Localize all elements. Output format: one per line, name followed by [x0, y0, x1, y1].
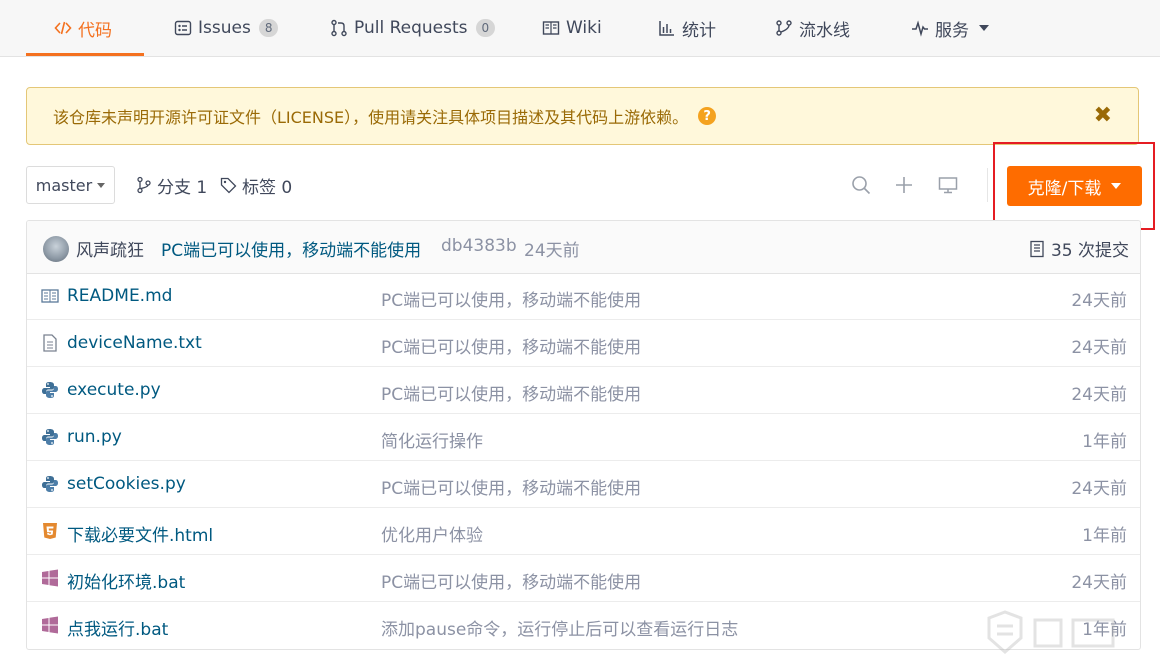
file-name-link[interactable]: run.py	[67, 427, 122, 447]
branches-link[interactable]: 分支 1	[136, 166, 207, 204]
table-row: run.py 简化运行操作 1年前	[27, 414, 1140, 461]
code-icon	[54, 19, 72, 37]
branch-select-label: master	[35, 175, 93, 195]
python-icon	[41, 428, 59, 446]
tab-wiki[interactable]: Wiki	[542, 0, 602, 56]
commit-count-label: 35 次提交	[1050, 241, 1129, 261]
commit-count-link[interactable]: 35 次提交	[1029, 236, 1129, 261]
table-row: setCookies.py PC端已可以使用，移动端不能使用 24天前	[27, 461, 1140, 508]
html5-icon	[41, 522, 59, 540]
tab-wiki-label: Wiki	[566, 18, 602, 38]
latest-commit-bar: 风声疏狂 PC端已可以使用，移动端不能使用 db4383b 24天前 35 次提…	[27, 221, 1140, 274]
add-file-icon[interactable]	[894, 175, 914, 195]
tab-services[interactable]: 服务	[911, 0, 989, 56]
file-commit-time: 24天前	[1071, 338, 1127, 358]
tab-stats[interactable]: 统计	[658, 0, 716, 56]
file-commit-message[interactable]: PC端已可以使用，移动端不能使用	[381, 380, 641, 405]
table-row: README.md PC端已可以使用，移动端不能使用 24天前	[27, 273, 1140, 320]
table-row: 点我运行.bat 添加pause命令，运行停止后可以查看运行日志 1年前	[27, 602, 1140, 649]
file-commit-time: 24天前	[1071, 385, 1127, 405]
pulse-icon	[911, 19, 929, 37]
windows-icon	[41, 616, 59, 634]
commit-time: 24天前	[524, 241, 580, 261]
file-commit-time: 24天前	[1071, 573, 1127, 593]
file-name-link[interactable]: 点我运行.bat	[67, 615, 168, 640]
issues-icon	[174, 19, 192, 37]
search-icon[interactable]	[851, 175, 871, 195]
tab-services-label: 服务	[935, 20, 969, 41]
python-icon	[41, 381, 59, 399]
file-commit-message[interactable]: 优化用户体验	[381, 521, 483, 546]
file-commit-message[interactable]: PC端已可以使用，移动端不能使用	[381, 286, 641, 311]
tab-stats-label: 统计	[682, 20, 716, 41]
branch-select[interactable]: master	[26, 166, 115, 204]
chevron-down-icon	[979, 25, 989, 31]
tab-code-label: 代码	[78, 20, 112, 41]
file-commit-message[interactable]: 简化运行操作	[381, 427, 483, 452]
issues-count-badge: 8	[258, 19, 279, 37]
avatar[interactable]	[43, 236, 69, 262]
annotation-highlight-box	[993, 142, 1155, 230]
windows-icon	[41, 569, 59, 587]
commit-sha[interactable]: db4383b	[441, 236, 517, 256]
file-commit-message[interactable]: 添加pause命令，运行停止后可以查看运行日志	[381, 615, 738, 640]
book-icon	[542, 19, 560, 37]
branches-label: 分支 1	[157, 177, 208, 198]
readme-book-icon	[41, 287, 59, 305]
file-name-link[interactable]: README.md	[67, 286, 172, 306]
file-commit-time: 1年前	[1082, 526, 1127, 546]
commit-author[interactable]: 风声疏狂	[76, 236, 144, 261]
watermark-logo	[985, 608, 1125, 658]
pull-requests-count-badge: 0	[475, 19, 496, 37]
tab-pull-requests[interactable]: Pull Requests 0	[330, 0, 496, 56]
tags-label: 标签 0	[242, 177, 293, 198]
python-icon	[41, 475, 59, 493]
license-warning-alert: 该仓库未声明开源许可证文件（LICENSE），使用请关注具体项目描述及其代码上游…	[26, 87, 1139, 145]
bar-chart-icon	[658, 19, 676, 37]
file-name-link[interactable]: 初始化环境.bat	[67, 568, 185, 593]
tab-issues[interactable]: Issues 8	[174, 0, 279, 56]
text-file-icon	[41, 334, 59, 352]
commits-icon	[1029, 240, 1045, 258]
help-icon[interactable]: ?	[698, 107, 717, 125]
tab-issues-label: Issues	[198, 18, 251, 38]
tab-pipeline-label: 流水线	[799, 20, 850, 41]
table-row: 下载必要文件.html 优化用户体验 1年前	[27, 508, 1140, 555]
file-name-link[interactable]: setCookies.py	[67, 474, 186, 494]
web-ide-icon[interactable]	[938, 175, 958, 195]
pipeline-icon	[775, 19, 793, 37]
file-name-link[interactable]: deviceName.txt	[67, 333, 202, 353]
close-icon[interactable]: ✖	[1094, 104, 1112, 128]
chevron-down-icon	[97, 182, 106, 188]
active-tab-indicator	[26, 53, 144, 56]
license-warning-text: 该仓库未声明开源许可证文件（LICENSE），使用请关注具体项目描述及其代码上游…	[53, 108, 689, 127]
file-commit-time: 1年前	[1082, 432, 1127, 452]
table-row: 初始化环境.bat PC端已可以使用，移动端不能使用 24天前	[27, 555, 1140, 602]
tags-link[interactable]: 标签 0	[220, 166, 292, 204]
file-list: 风声疏狂 PC端已可以使用，移动端不能使用 db4383b 24天前 35 次提…	[26, 220, 1141, 650]
file-commit-message[interactable]: PC端已可以使用，移动端不能使用	[381, 333, 641, 358]
table-row: deviceName.txt PC端已可以使用，移动端不能使用 24天前	[27, 320, 1140, 367]
file-commit-message[interactable]: PC端已可以使用，移动端不能使用	[381, 474, 641, 499]
file-commit-time: 24天前	[1071, 291, 1127, 311]
tag-icon	[220, 177, 237, 194]
tab-pipeline[interactable]: 流水线	[775, 0, 850, 56]
table-row: execute.py PC端已可以使用，移动端不能使用 24天前	[27, 367, 1140, 414]
file-commit-message[interactable]: PC端已可以使用，移动端不能使用	[381, 568, 641, 593]
file-commit-time: 24天前	[1071, 479, 1127, 499]
pull-request-icon	[330, 19, 348, 37]
toolbar-divider	[987, 168, 988, 202]
branch-icon	[136, 176, 152, 194]
file-name-link[interactable]: 下载必要文件.html	[67, 521, 213, 546]
commit-message[interactable]: PC端已可以使用，移动端不能使用	[161, 236, 421, 261]
repo-tab-bar: 代码 Issues 8 Pull Requests 0 Wiki 统计 流水线	[0, 0, 1160, 57]
file-name-link[interactable]: execute.py	[67, 380, 161, 400]
tab-code[interactable]: 代码	[54, 0, 112, 56]
tab-pull-requests-label: Pull Requests	[354, 18, 468, 38]
